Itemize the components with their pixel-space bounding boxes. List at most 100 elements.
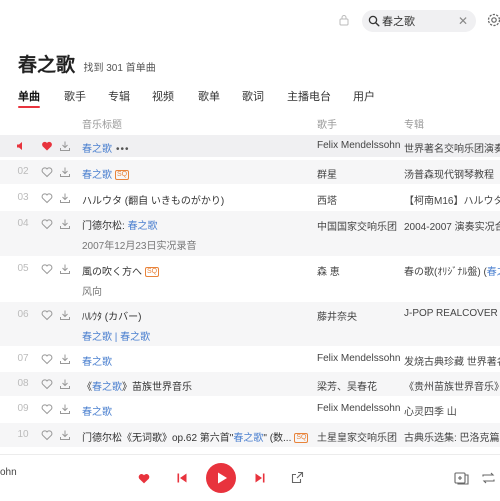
play-button[interactable]: [206, 463, 236, 493]
song-album[interactable]: 心灵四季 山: [404, 403, 500, 418]
tab-albums[interactable]: 专辑: [108, 88, 130, 104]
heart-icon[interactable]: [41, 403, 53, 415]
song-album[interactable]: 《贵州苗族世界音乐》: [404, 378, 500, 393]
tab-users[interactable]: 用户: [353, 88, 375, 104]
tab-videos[interactable]: 视频: [152, 88, 174, 104]
table-row[interactable]: 08 《春之歌》苗族世界音乐 梁芳、吴春花 《贵州苗族世界音乐》: [0, 372, 500, 396]
song-artist[interactable]: 土星皇家交响乐团: [317, 429, 397, 444]
song-title[interactable]: 门德尔松《无词歌》op.62 第六首"春之歌" (数... SQ: [82, 429, 309, 444]
heart-icon[interactable]: [41, 218, 53, 230]
search-input[interactable]: [382, 13, 452, 29]
row-number: 10: [17, 429, 29, 440]
tab-radio[interactable]: 主播电台: [287, 88, 331, 104]
table-row[interactable]: 05 風の吹く方へSQ 风向 森 恵 春の歌(ｵﾘｼﾞﾅﾙ盤) (春之: [0, 256, 500, 302]
play-icon: [218, 472, 227, 484]
song-album[interactable]: 春の歌(ｵﾘｼﾞﾅﾙ盤) (春之: [404, 263, 500, 278]
row-number: 04: [17, 218, 29, 229]
table-row[interactable]: 春之歌••• Felix Mendelssohn 世界著名交响乐团演奏的: [0, 135, 500, 157]
tab-playlists[interactable]: 歌单: [198, 88, 220, 104]
download-icon[interactable]: [59, 429, 71, 441]
liked-heart-icon[interactable]: [41, 140, 53, 152]
download-icon[interactable]: [59, 378, 71, 390]
song-album[interactable]: 发烧古典珍藏 世界著名: [404, 353, 500, 368]
row-number: 09: [17, 403, 29, 414]
heart-icon[interactable]: [41, 263, 53, 275]
heart-icon[interactable]: [41, 309, 53, 321]
heart-icon[interactable]: [41, 378, 53, 390]
song-title[interactable]: 春之歌: [82, 353, 112, 368]
download-icon[interactable]: [59, 192, 71, 204]
heart-icon[interactable]: [41, 353, 53, 365]
share-icon[interactable]: [291, 471, 304, 484]
tab-lyrics[interactable]: 歌词: [242, 88, 264, 104]
song-title[interactable]: 《春之歌》苗族世界音乐: [82, 378, 192, 393]
song-album[interactable]: 世界著名交响乐团演奏的: [404, 140, 500, 155]
heart-icon[interactable]: [41, 166, 53, 178]
song-album[interactable]: 【柯南M16】ハルウタ: [404, 192, 500, 207]
song-title[interactable]: ﾊﾙｳﾀ (カバー): [82, 308, 141, 323]
download-icon[interactable]: [59, 309, 71, 321]
tab-artists[interactable]: 歌手: [64, 88, 86, 104]
song-subtitle: 2007年12月23日实况录音: [82, 241, 197, 252]
table-row[interactable]: 06 ﾊﾙｳﾀ (カバー) 春之歌 | 春之歌 藤井奈央 J-POP REALC…: [0, 302, 500, 346]
sq-badge: SQ: [115, 170, 130, 181]
download-icon[interactable]: [59, 353, 71, 365]
song-title[interactable]: 门德尔松: 春之歌: [82, 217, 158, 232]
player-bar: ohn: [0, 454, 500, 501]
table-row[interactable]: 03 ハルウタ (翻自 いきものがかり) 西塔 【柯南M16】ハルウタ: [0, 186, 500, 210]
collect-icon[interactable]: [454, 471, 469, 485]
song-artist[interactable]: 中国国家交响乐团: [317, 218, 397, 233]
active-tab-indicator: [18, 106, 40, 108]
song-title[interactable]: ハルウタ (翻自 いきものがかり): [82, 192, 224, 207]
column-header-title[interactable]: 音乐标题: [82, 116, 122, 131]
song-artist[interactable]: 群星: [317, 166, 337, 181]
loop-mode-icon[interactable]: [481, 471, 496, 485]
download-icon[interactable]: [59, 140, 71, 152]
song-artist[interactable]: 梁芳、吴春花: [317, 378, 377, 393]
song-subtitle: 春之歌 | 春之歌: [82, 332, 151, 343]
search-result-header: 春之歌 找到 301 首单曲: [18, 50, 156, 77]
search-box[interactable]: ✕: [362, 10, 476, 32]
row-number: 07: [17, 353, 29, 364]
song-artist[interactable]: 西塔: [317, 192, 337, 207]
song-title[interactable]: 風の吹く方へ SQ: [82, 263, 160, 278]
now-playing-artist[interactable]: ohn: [0, 467, 17, 478]
song-title[interactable]: 春之歌: [82, 403, 112, 418]
tab-songs[interactable]: 单曲: [18, 88, 40, 104]
row-number: 02: [17, 166, 29, 177]
song-album[interactable]: 2004-2007 演奏实况合: [404, 218, 500, 233]
next-track-icon[interactable]: [254, 472, 266, 484]
column-header-artist[interactable]: 歌手: [317, 116, 337, 131]
table-row[interactable]: 04 门德尔松: 春之歌 2007年12月23日实况录音 中国国家交响乐团 20…: [0, 211, 500, 256]
more-icon[interactable]: •••: [116, 144, 130, 155]
song-album[interactable]: 汤普森现代钢琴教程: [404, 166, 500, 181]
heart-icon[interactable]: [41, 429, 53, 441]
lock-icon[interactable]: [338, 14, 350, 26]
song-artist[interactable]: Felix Mendelssohn: [317, 353, 400, 364]
previous-track-icon[interactable]: [176, 472, 188, 484]
download-icon[interactable]: [59, 403, 71, 415]
download-icon[interactable]: [59, 166, 71, 178]
download-icon[interactable]: [59, 263, 71, 275]
song-artist[interactable]: Felix Mendelssohn: [317, 140, 400, 151]
close-icon[interactable]: ✕: [458, 14, 468, 28]
table-row[interactable]: 10 门德尔松《无词歌》op.62 第六首"春之歌" (数... SQ 土星皇家交…: [0, 423, 500, 447]
table-row[interactable]: 07 春之歌 Felix Mendelssohn 发烧古典珍藏 世界著名: [0, 346, 500, 372]
song-album[interactable]: J-POP REALCOVER VOL: [404, 308, 500, 319]
table-row[interactable]: 09 春之歌 Felix Mendelssohn 心灵四季 山: [0, 397, 500, 421]
gear-icon[interactable]: [486, 12, 500, 28]
song-title[interactable]: 春之歌 •••: [82, 140, 130, 155]
search-icon: [368, 15, 380, 27]
column-header-album[interactable]: 专辑: [404, 116, 424, 131]
heart-icon[interactable]: [41, 192, 53, 204]
like-heart-icon[interactable]: [137, 472, 151, 485]
song-subtitle: 风向: [82, 287, 102, 298]
download-icon[interactable]: [59, 218, 71, 230]
song-album[interactable]: 古典乐选集: 巴洛克篇: [404, 429, 500, 444]
row-number: 05: [17, 263, 29, 274]
table-row[interactable]: 02 春之歌 SQ 群星 汤普森现代钢琴教程: [0, 160, 500, 184]
song-artist[interactable]: 森 恵: [317, 263, 340, 278]
song-artist[interactable]: Felix Mendelssohn: [317, 403, 400, 414]
song-artist[interactable]: 藤井奈央: [317, 308, 357, 323]
song-title[interactable]: 春之歌 SQ: [82, 166, 130, 181]
